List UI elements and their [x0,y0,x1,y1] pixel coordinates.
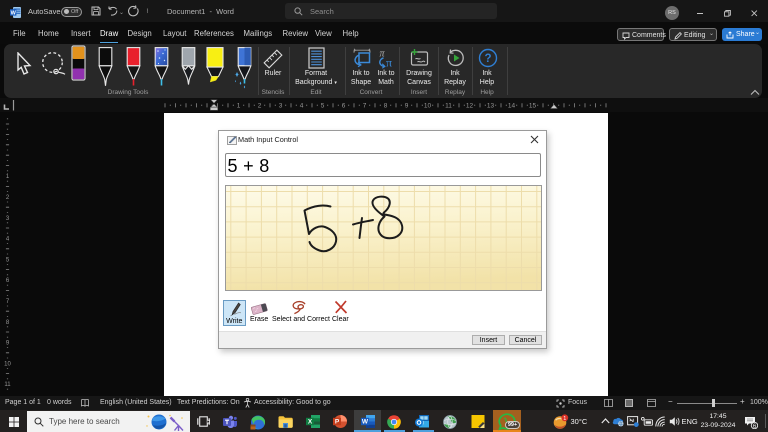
svg-text:W: W [362,419,369,426]
svg-text:4: 4 [300,102,304,109]
svg-text:X: X [308,419,313,426]
svg-text:6: 6 [6,278,10,284]
svg-text:12: 12 [466,102,474,109]
svg-text:14: 14 [508,102,516,109]
svg-text:8: 8 [384,102,388,109]
svg-text:13: 13 [487,102,495,109]
svg-text:P: P [335,419,340,426]
svg-text:10: 10 [424,102,432,109]
svg-text:6: 6 [342,102,346,109]
svg-text:1: 1 [237,102,241,109]
svg-text:2: 2 [258,102,262,109]
svg-text:3: 3 [279,102,283,109]
svg-text:1: 1 [563,416,566,422]
svg-text:11: 11 [445,102,452,109]
svg-text:5: 5 [321,102,325,109]
svg-text:10: 10 [4,361,11,367]
svg-text:9: 9 [6,341,10,347]
svg-text:3: 3 [6,216,10,222]
svg-text:9: 9 [405,102,409,109]
svg-text:11: 11 [4,382,11,388]
svg-text:15: 15 [529,102,537,109]
svg-text:8: 8 [6,320,10,326]
svg-text:5: 5 [6,257,10,263]
svg-text:4: 4 [6,237,10,243]
svg-text:1: 1 [6,174,10,180]
svg-text:7: 7 [363,102,367,109]
svg-text:7: 7 [6,299,10,305]
svg-text:2: 2 [6,195,10,201]
